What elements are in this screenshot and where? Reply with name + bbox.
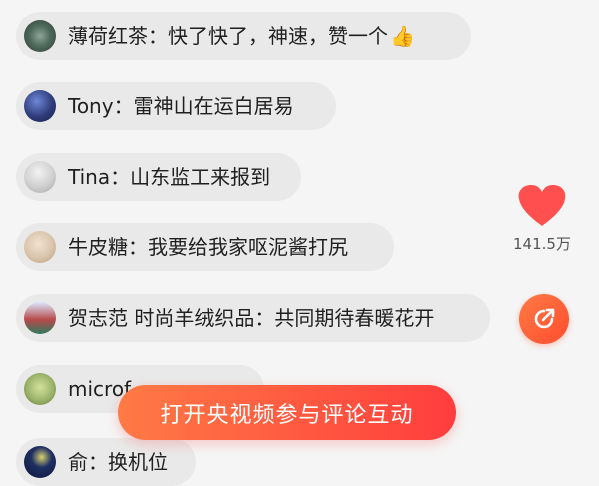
open-app-label: 打开央视频参与评论互动: [160, 402, 414, 428]
comment-row: Tony：雷神山在运白居易: [16, 82, 336, 130]
avatar: [24, 90, 56, 122]
like-count: 141.5万: [513, 235, 571, 253]
open-app-button[interactable]: 打开央视频参与评论互动: [118, 385, 456, 440]
avatar: [24, 231, 56, 263]
comment-text: 俞：换机位: [68, 450, 168, 474]
share-button[interactable]: [519, 294, 569, 344]
comment-row: Tina：山东监工来报到: [16, 153, 301, 201]
comment-text: 薄荷红茶：快了快了，神速，赞一个: [68, 24, 388, 48]
comment-text: 贺志范 时尚羊绒织品：共同期待春暖花开: [68, 306, 435, 330]
comment-row: 贺志范 时尚羊绒织品：共同期待春暖花开: [16, 294, 490, 342]
avatar: [24, 161, 56, 193]
thumbs-up-icon: 👍: [390, 24, 415, 48]
heart-icon[interactable]: [516, 183, 568, 229]
like-group[interactable]: 141.5万: [503, 183, 581, 254]
avatar: [24, 20, 56, 52]
comment-row: 俞：换机位: [16, 438, 196, 486]
comment-text: Tina：山东监工来报到: [68, 165, 271, 189]
avatar: [24, 302, 56, 334]
comment-row: 薄荷红茶：快了快了，神速，赞一个 👍: [16, 12, 471, 60]
share-icon: [534, 308, 555, 329]
comment-row: 牛皮糖：我要给我家呕泥酱打尻: [16, 223, 394, 271]
avatar: [24, 373, 56, 405]
avatar: [24, 446, 56, 478]
comment-text: microf: [68, 377, 132, 401]
comment-text: 牛皮糖：我要给我家呕泥酱打尻: [68, 235, 348, 259]
comment-text: Tony：雷神山在运白居易: [68, 94, 294, 118]
